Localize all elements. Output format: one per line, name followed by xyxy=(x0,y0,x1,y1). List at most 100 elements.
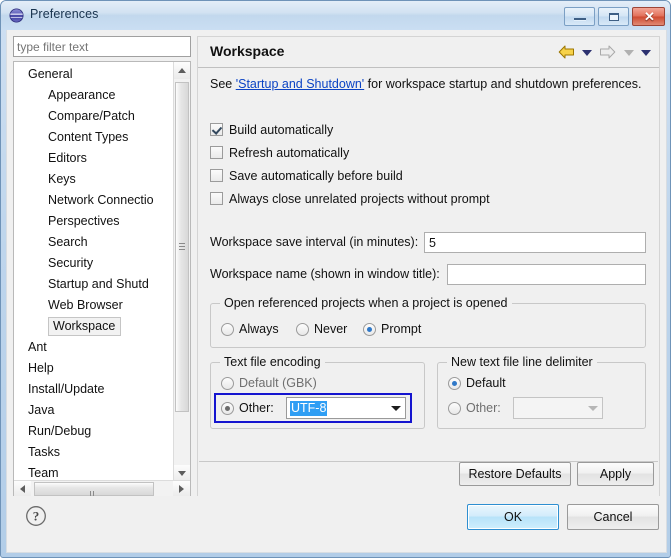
new-text-file-line-delimiter-group: New text file line delimiter Default Oth… xyxy=(437,355,646,429)
tree-item-workspace[interactable]: Workspace xyxy=(14,316,174,337)
page-title: Workspace xyxy=(210,43,285,59)
tree-item-help[interactable]: Help xyxy=(14,358,174,379)
cancel-button[interactable]: Cancel xyxy=(567,504,659,530)
view-menu-dropdown-icon[interactable] xyxy=(641,49,651,56)
checkbox-refresh-automatically[interactable]: Refresh automatically xyxy=(210,146,349,164)
radio-icon[interactable] xyxy=(296,323,309,336)
tree-item-search[interactable]: Search xyxy=(14,232,174,253)
filter-input[interactable] xyxy=(13,36,191,57)
workspace-name-input[interactable] xyxy=(447,264,646,285)
radio-label: Never xyxy=(314,322,348,336)
page-description: See 'Startup and Shutdown' for workspace… xyxy=(210,77,641,91)
back-dropdown-icon[interactable] xyxy=(581,49,592,56)
checkbox-save-automatically-before-build[interactable]: Save automatically before build xyxy=(210,169,403,187)
checkbox-label: Save automatically before build xyxy=(229,169,403,183)
tree-item-list: General Appearance Compare/Patch Content Ty… xyxy=(14,64,174,498)
tree-item-compare-patch[interactable]: Compare/Patch xyxy=(14,106,174,127)
encoding-focus-highlight xyxy=(214,393,412,423)
tree-item-general[interactable]: General xyxy=(14,64,174,85)
group-title: Open referenced projects when a project … xyxy=(220,296,512,310)
restore-defaults-button[interactable]: Restore Defaults xyxy=(459,462,571,486)
radio-icon[interactable] xyxy=(221,377,234,390)
radio-icon[interactable] xyxy=(448,402,461,415)
tree-vertical-scrollbar[interactable] xyxy=(173,62,190,482)
checkbox-build-automatically[interactable]: Build automatically xyxy=(210,123,333,141)
title-bar: Preferences ✕ xyxy=(1,1,670,30)
workspace-preference-pane: Workspace See 'Startup and Shutdown' for… xyxy=(197,36,660,499)
radio-delimiter-default[interactable]: Default xyxy=(448,376,506,394)
checkbox-icon[interactable] xyxy=(210,169,223,182)
tree-item-run-debug[interactable]: Run/Debug xyxy=(14,421,174,442)
radio-label: Always xyxy=(239,322,279,336)
tree-item-tasks[interactable]: Tasks xyxy=(14,442,174,463)
checkbox-label: Always close unrelated projects without … xyxy=(229,192,490,206)
radio-icon[interactable] xyxy=(448,377,461,390)
preferences-tree[interactable]: General Appearance Compare/Patch Content Ty… xyxy=(13,61,191,499)
apply-button[interactable]: Apply xyxy=(577,462,654,486)
radio-icon[interactable] xyxy=(363,323,376,336)
workspace-save-interval-input[interactable] xyxy=(424,232,646,253)
description-prefix: See xyxy=(210,77,236,91)
workspace-name-row: Workspace name (shown in window title): xyxy=(210,266,440,288)
scroll-grip-h-icon xyxy=(90,486,98,497)
tree-item-perspectives[interactable]: Perspectives xyxy=(14,211,174,232)
checkbox-label: Build automatically xyxy=(229,123,334,137)
scroll-left-icon[interactable] xyxy=(14,481,31,497)
startup-and-shutdown-link[interactable]: 'Startup and Shutdown' xyxy=(236,77,364,91)
radio-prompt[interactable]: Prompt xyxy=(363,322,421,340)
close-button[interactable]: ✕ xyxy=(632,7,665,26)
close-icon: ✕ xyxy=(644,9,655,24)
restore-icon xyxy=(609,13,619,21)
tree-item-install-update[interactable]: Install/Update xyxy=(14,379,174,400)
back-arrow-icon[interactable] xyxy=(558,45,575,62)
tree-item-network-connectio[interactable]: Network Connectio xyxy=(14,190,174,211)
navigation-toolbar xyxy=(554,45,651,61)
eclipse-globe-icon xyxy=(9,8,24,23)
open-referenced-projects-group: Open referenced projects when a project … xyxy=(210,296,646,348)
checkbox-label: Refresh automatically xyxy=(229,146,350,160)
description-suffix: for workspace startup and shutdown prefe… xyxy=(364,77,642,91)
minimize-button[interactable] xyxy=(564,7,595,26)
tree-item-appearance[interactable]: Appearance xyxy=(14,85,174,106)
radio-always[interactable]: Always xyxy=(221,322,279,340)
tree-item-startup-and-shutd[interactable]: Startup and Shutd xyxy=(14,274,174,295)
scroll-up-icon[interactable] xyxy=(174,62,190,79)
radio-label: Prompt xyxy=(381,322,422,336)
dialog-footer: ? OK Cancel xyxy=(6,496,667,553)
radio-label: Default xyxy=(466,376,506,390)
tree-item-ant[interactable]: Ant xyxy=(14,337,174,358)
pane-header: Workspace xyxy=(198,37,659,68)
checkbox-icon[interactable] xyxy=(210,146,223,159)
delimiter-combobox xyxy=(513,397,603,419)
minimize-icon xyxy=(574,18,586,21)
group-title: Text file encoding xyxy=(220,355,325,369)
radio-encoding-default[interactable]: Default (GBK) xyxy=(221,376,317,394)
tree-item-content-types[interactable]: Content Types xyxy=(14,127,174,148)
radio-label: Default (GBK) xyxy=(239,376,317,390)
restore-button[interactable] xyxy=(598,7,629,26)
forward-arrow-icon xyxy=(599,45,616,62)
radio-never[interactable]: Never xyxy=(296,322,347,340)
scroll-right-icon[interactable] xyxy=(173,481,190,497)
group-title: New text file line delimiter xyxy=(447,355,597,369)
help-question-icon[interactable]: ? xyxy=(25,505,47,527)
tree-item-label: Workspace xyxy=(48,317,122,336)
checkbox-icon[interactable] xyxy=(210,192,223,205)
checkbox-always-close-unrelated-projects[interactable]: Always close unrelated projects without … xyxy=(210,192,490,210)
ok-button[interactable]: OK xyxy=(467,504,559,530)
vertical-scroll-thumb[interactable] xyxy=(175,82,189,412)
tree-item-editors[interactable]: Editors xyxy=(14,148,174,169)
checkbox-icon[interactable] xyxy=(210,123,223,136)
radio-delimiter-other[interactable]: Other: xyxy=(448,401,501,419)
preferences-dialog-window: Preferences ✕ GeneralAppearanceCompare/P… xyxy=(0,0,671,558)
window-title: Preferences xyxy=(30,7,99,21)
horizontal-scroll-thumb[interactable] xyxy=(34,482,154,497)
radio-icon[interactable] xyxy=(221,323,234,336)
tree-item-security[interactable]: Security xyxy=(14,253,174,274)
workspace-save-interval-row: Workspace save interval (in minutes): xyxy=(210,234,418,256)
tree-item-keys[interactable]: Keys xyxy=(14,169,174,190)
text-file-encoding-group: Text file encoding Default (GBK) Other: … xyxy=(210,355,425,429)
delimiter-combobox-dropdown xyxy=(584,399,601,417)
tree-item-web-browser[interactable]: Web Browser xyxy=(14,295,174,316)
tree-item-java[interactable]: Java xyxy=(14,400,174,421)
